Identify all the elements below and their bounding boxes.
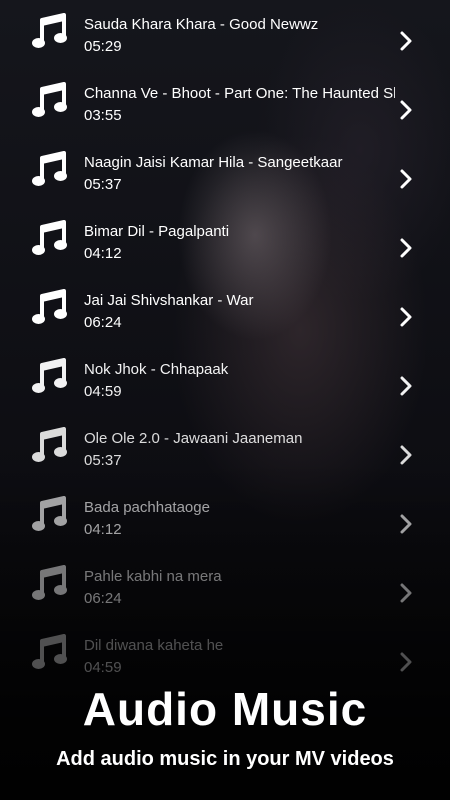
music-note-icon <box>31 564 67 604</box>
track-title: Sauda Khara Khara - Good Newwz <box>84 16 319 33</box>
chevron-right-icon[interactable] <box>398 651 414 673</box>
chevron-right-icon[interactable] <box>398 306 414 328</box>
music-note-icon <box>31 495 67 535</box>
track-title: Nok Jhok - Chhapaak <box>84 361 229 378</box>
track-row[interactable]: Channa Ve - Bhoot - Part One: The Haunte… <box>0 69 450 138</box>
music-note-icon <box>31 633 67 673</box>
track-row[interactable]: Sauda Khara Khara - Good Newwz 05:29 <box>0 0 450 69</box>
music-note-icon <box>31 150 67 190</box>
track-row[interactable]: Ole Ole 2.0 - Jawaani Jaaneman 05:37 <box>0 414 450 483</box>
track-duration: 05:37 <box>84 452 122 469</box>
chevron-right-icon[interactable] <box>398 30 414 52</box>
track-row[interactable]: Jai Jai Shivshankar - War 06:24 <box>0 276 450 345</box>
track-title: Dil diwana kaheta he <box>84 637 224 654</box>
track-duration: 06:24 <box>84 314 122 331</box>
music-note-icon <box>31 357 67 397</box>
promo-subtitle: Add audio music in your MV videos <box>56 748 394 770</box>
chevron-right-icon[interactable] <box>398 444 414 466</box>
track-row[interactable]: Pahle kabhi na mera 06:24 <box>0 552 450 621</box>
music-note-icon <box>31 81 67 121</box>
track-title: Ole Ole 2.0 - Jawaani Jaaneman <box>84 430 303 447</box>
track-title: Pahle kabhi na mera <box>84 568 222 585</box>
track-duration: 04:12 <box>84 245 122 262</box>
chevron-right-icon[interactable] <box>398 168 414 190</box>
track-row[interactable]: Nok Jhok - Chhapaak 04:59 <box>0 345 450 414</box>
chevron-right-icon[interactable] <box>398 99 414 121</box>
track-duration: 05:37 <box>84 176 122 193</box>
track-row[interactable]: Dil diwana kaheta he 04:59 <box>0 621 450 690</box>
track-title: Bimar Dil - Pagalpanti <box>84 223 230 240</box>
track-title: Bada pachhataoge <box>84 499 210 516</box>
chevron-right-icon[interactable] <box>398 513 414 535</box>
promo-headline: Audio Music <box>82 683 368 735</box>
track-row[interactable]: Naagin Jaisi Kamar Hila - Sangeetkaar 05:… <box>0 138 450 207</box>
chevron-right-icon[interactable] <box>398 237 414 259</box>
track-title: Channa Ve - Bhoot - Part One: The Haunte… <box>84 85 395 102</box>
track-duration: 03:55 <box>84 107 122 124</box>
track-title: Naagin Jaisi Kamar Hila - Sangeetkaar <box>84 154 343 171</box>
track-row[interactable]: Bimar Dil - Pagalpanti 04:12 <box>0 207 450 276</box>
chevron-right-icon[interactable] <box>398 582 414 604</box>
track-duration: 06:24 <box>84 590 122 607</box>
track-duration: 04:12 <box>84 521 122 538</box>
music-note-icon <box>31 219 67 259</box>
track-duration: 04:59 <box>84 659 122 676</box>
music-note-icon <box>31 426 67 466</box>
track-duration: 05:29 <box>84 38 122 55</box>
track-duration: 04:59 <box>84 383 122 400</box>
music-note-icon <box>31 288 67 328</box>
track-title: Jai Jai Shivshankar - War <box>84 292 254 309</box>
chevron-right-icon[interactable] <box>398 375 414 397</box>
track-row[interactable]: Bada pachhataoge 04:12 <box>0 483 450 552</box>
music-note-icon <box>31 12 67 52</box>
